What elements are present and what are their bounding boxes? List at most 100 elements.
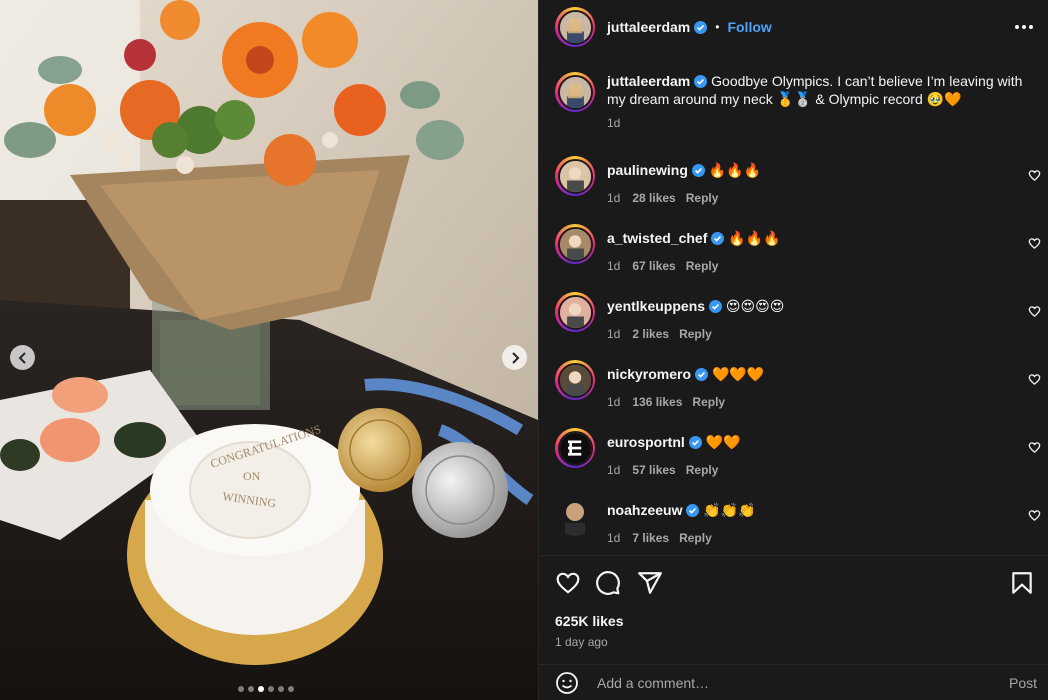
comment-reply-button[interactable]: Reply xyxy=(686,463,719,477)
avatar-image xyxy=(559,432,591,464)
comment-reply-button[interactable]: Reply xyxy=(679,327,712,341)
avatar-image xyxy=(559,364,591,396)
comment-composer: Post xyxy=(539,664,1048,700)
carousel-dot xyxy=(248,686,254,692)
chevron-right-icon xyxy=(511,351,519,364)
next-photo-button[interactable] xyxy=(502,345,527,370)
post-photo: CONGRATULATIONS ON WINNING xyxy=(0,0,538,700)
comment-reply-button[interactable]: Reply xyxy=(692,395,725,409)
verified-badge-icon xyxy=(686,504,700,517)
comment-avatar[interactable] xyxy=(555,360,595,400)
share-paper-plane-icon[interactable] xyxy=(637,570,663,596)
comment-avatar[interactable] xyxy=(555,428,595,468)
avatar-image xyxy=(555,496,595,536)
post-header: juttaleerdam • Follow xyxy=(539,0,1048,54)
cake-text-line-2: ON xyxy=(243,469,261,483)
comment-likes[interactable]: 57 likes xyxy=(632,463,675,477)
previous-photo-button[interactable] xyxy=(10,345,35,370)
comment-time[interactable]: 1d xyxy=(607,531,620,545)
follow-button[interactable]: Follow xyxy=(727,19,771,35)
comment-text: 🧡🧡 xyxy=(705,434,741,450)
carousel-dot xyxy=(268,686,274,692)
comment-username[interactable]: yentlkeuppens xyxy=(607,298,705,314)
comment-avatar[interactable] xyxy=(555,224,595,264)
comment-time[interactable]: 1d xyxy=(607,327,620,341)
header-separator: • xyxy=(715,20,720,34)
carousel-dot xyxy=(258,686,264,692)
comment-likes[interactable]: 136 likes xyxy=(632,395,682,409)
comment-username[interactable]: noahzeeuw xyxy=(607,502,682,518)
comment-likes[interactable]: 67 likes xyxy=(632,259,675,273)
comment-likes[interactable]: 7 likes xyxy=(632,531,669,545)
save-bookmark-icon[interactable] xyxy=(1009,570,1035,596)
comment-reply-button[interactable]: Reply xyxy=(686,259,719,273)
comment-reply-button[interactable]: Reply xyxy=(679,531,712,545)
comments-list: paulinewing 🔥🔥🔥 1d 28 likes Reply a_twiste… xyxy=(555,156,1041,564)
comment-likes[interactable]: 28 likes xyxy=(632,191,675,205)
avatar-image xyxy=(559,11,591,43)
like-heart-icon[interactable] xyxy=(555,570,581,596)
author-avatar[interactable] xyxy=(555,7,595,47)
post-comment-button[interactable]: Post xyxy=(1009,675,1037,691)
comment-input[interactable] xyxy=(597,674,977,691)
comment-time[interactable]: 1d xyxy=(607,463,620,477)
comment-row: nickyromero 🧡🧡🧡 1d 136 likes Reply xyxy=(555,360,1041,428)
comment-row: eurosportnl 🧡🧡 1d 57 likes Reply xyxy=(555,428,1041,496)
comment-time[interactable]: 1d xyxy=(607,395,620,409)
comment-text: 👏👏👏 xyxy=(703,502,756,518)
more-options-button[interactable] xyxy=(1015,20,1033,34)
comment-time[interactable]: 1d xyxy=(607,259,620,273)
comment-avatar[interactable] xyxy=(555,292,595,332)
actions-divider xyxy=(539,555,1048,556)
avatar-image xyxy=(559,160,591,192)
like-comment-heart-icon[interactable] xyxy=(1028,441,1041,454)
avatar-image xyxy=(559,76,591,108)
likes-count[interactable]: 625K likes xyxy=(555,613,624,629)
verified-badge-icon xyxy=(711,232,725,245)
verified-badge-icon xyxy=(709,300,723,313)
action-bar xyxy=(555,570,1035,598)
comment-username[interactable]: nickyromero xyxy=(607,366,691,382)
comment-likes[interactable]: 2 likes xyxy=(632,327,669,341)
verified-badge-icon xyxy=(694,75,708,88)
carousel-dot xyxy=(278,686,284,692)
caption-text-block: juttaleerdam Goodbye Olympics. I can’t b… xyxy=(607,72,1027,108)
comment-row: yentlkeuppens 😍😍😍😍 1d 2 likes Reply xyxy=(555,292,1041,360)
chevron-left-icon xyxy=(18,351,26,364)
caption-avatar[interactable] xyxy=(555,72,595,112)
comment-reply-button[interactable]: Reply xyxy=(686,191,719,205)
comment-row: a_twisted_chef 🔥🔥🔥 1d 67 likes Reply xyxy=(555,224,1041,292)
comment-text: 🔥🔥🔥 xyxy=(728,230,781,246)
post-sidebar: juttaleerdam • Follow juttaleerdam Goodb… xyxy=(538,0,1048,700)
verified-badge-icon xyxy=(694,20,708,34)
comment-username[interactable]: paulinewing xyxy=(607,162,688,178)
comment-username[interactable]: a_twisted_chef xyxy=(607,230,707,246)
carousel-dot xyxy=(238,686,244,692)
like-comment-heart-icon[interactable] xyxy=(1028,373,1041,386)
like-comment-heart-icon[interactable] xyxy=(1028,237,1041,250)
comment-time[interactable]: 1d xyxy=(607,191,620,205)
comment-row: noahzeeuw 👏👏👏 1d 7 likes Reply xyxy=(555,496,1041,564)
comment-text: 😍😍😍😍 xyxy=(725,298,785,314)
like-comment-heart-icon[interactable] xyxy=(1028,509,1041,522)
avatar-image xyxy=(559,296,591,328)
verified-badge-icon xyxy=(688,436,702,449)
comment-avatar[interactable] xyxy=(555,496,595,536)
comment-text: 🔥🔥🔥 xyxy=(708,162,762,178)
post-media[interactable]: CONGRATULATIONS ON WINNING xyxy=(0,0,538,700)
post-timestamp[interactable]: 1 day ago xyxy=(555,635,608,649)
author-username[interactable]: juttaleerdam xyxy=(607,19,690,35)
instagram-post: CONGRATULATIONS ON WINNING juttaleerdam … xyxy=(0,0,1048,700)
like-comment-heart-icon[interactable] xyxy=(1028,305,1041,318)
comment-text: 🧡🧡🧡 xyxy=(711,366,765,382)
caption-username[interactable]: juttaleerdam xyxy=(607,73,690,89)
carousel-dot xyxy=(288,686,294,692)
comment-username[interactable]: eurosportnl xyxy=(607,434,685,450)
comment-row: paulinewing 🔥🔥🔥 1d 28 likes Reply xyxy=(555,156,1041,224)
like-comment-heart-icon[interactable] xyxy=(1028,169,1041,182)
comment-avatar[interactable] xyxy=(555,156,595,196)
caption-time[interactable]: 1d xyxy=(607,116,1027,130)
comment-bubble-icon[interactable] xyxy=(595,570,621,596)
post-caption: juttaleerdam Goodbye Olympics. I can’t b… xyxy=(555,72,1035,130)
emoji-smiley-icon[interactable] xyxy=(555,671,579,695)
